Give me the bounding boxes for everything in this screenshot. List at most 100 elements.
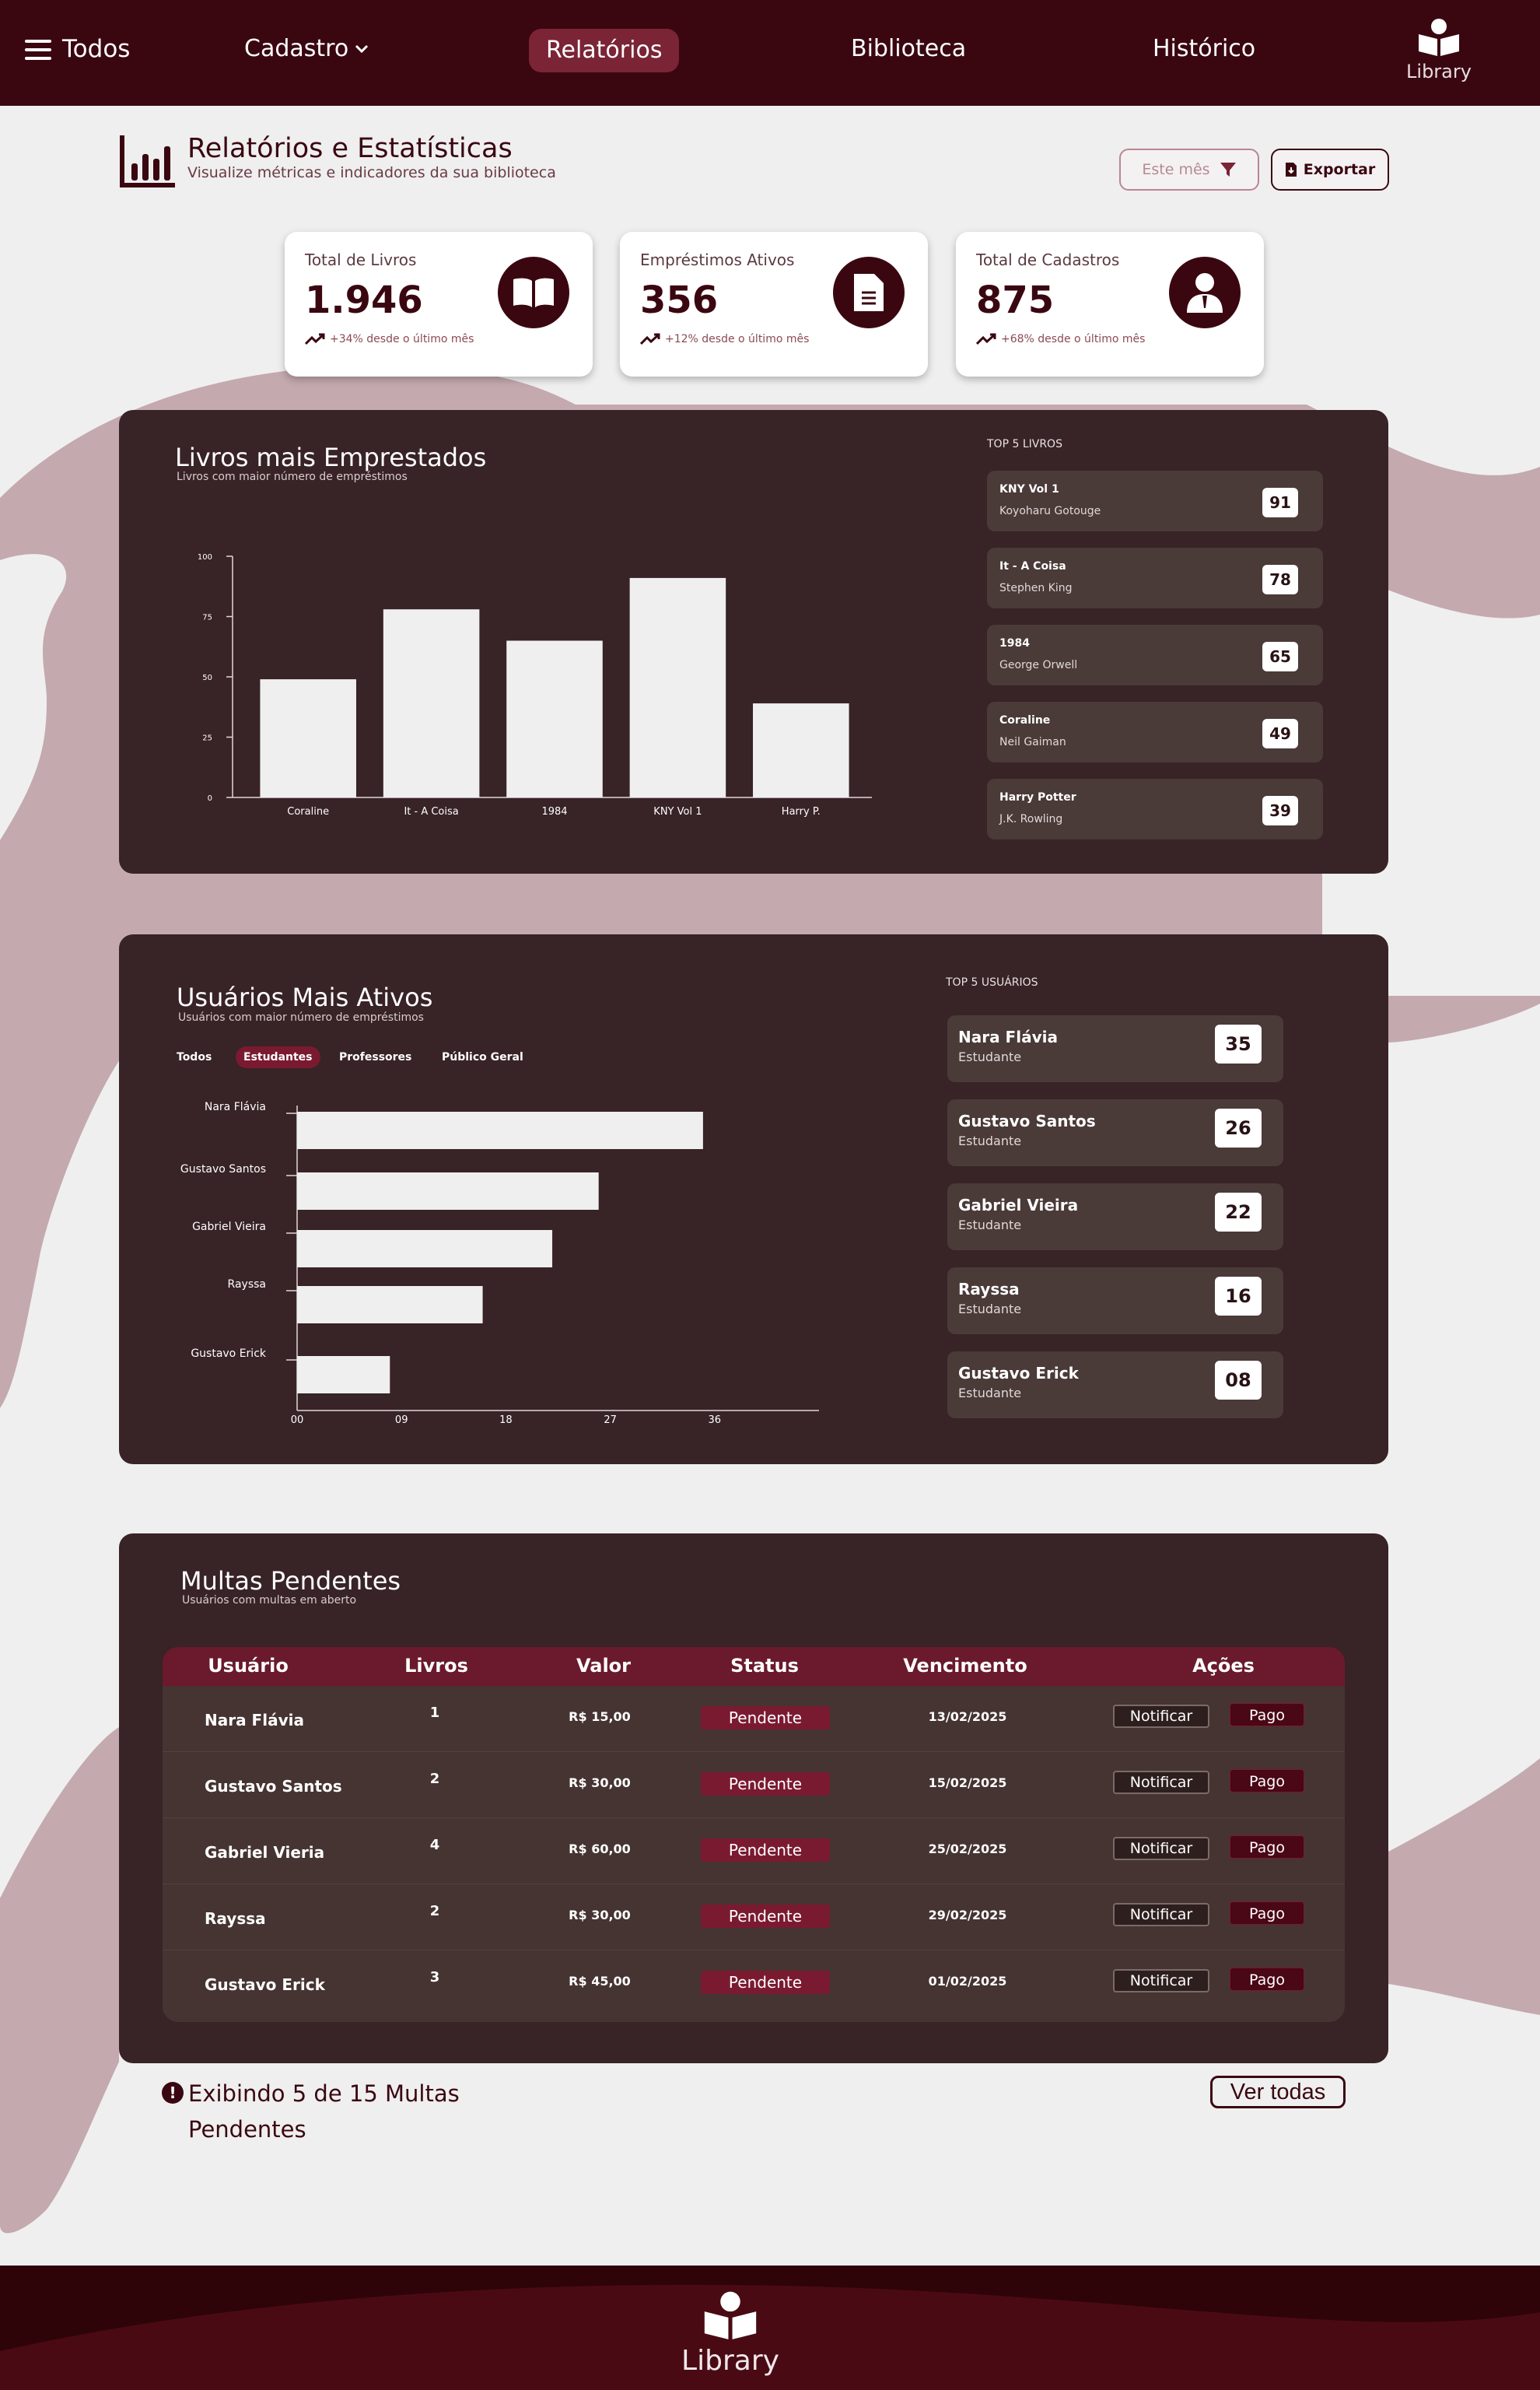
page-header: Relatórios e Estatísticas Visualize métr… — [119, 134, 556, 188]
fines-table-header: Usuário Livros Valor Status Vencimento A… — [163, 1647, 1345, 1686]
menu-all-label: Todos — [62, 35, 131, 63]
column-header-status: Status — [730, 1655, 799, 1677]
mark-paid-button[interactable]: Pago — [1230, 1835, 1304, 1859]
notify-button[interactable]: Notificar — [1113, 1837, 1209, 1860]
cell-due-date: 29/02/2025 — [928, 1908, 1007, 1922]
top-book-item[interactable]: 1984 George Orwell 65 — [987, 625, 1323, 685]
cell-user: Nara Flávia — [205, 1711, 304, 1729]
bar — [297, 1286, 483, 1323]
library-logo-icon — [704, 2291, 757, 2339]
fines-table-body: Nara Flávia 1 R$ 15,00 Pendente 13/02/20… — [163, 1686, 1345, 2022]
notify-button[interactable]: Notificar — [1113, 1969, 1209, 1992]
nav-relatorios[interactable]: Relatórios — [529, 29, 680, 72]
library-logo[interactable]: Library — [1406, 17, 1472, 81]
top-user-item[interactable]: Gustavo Santos Estudante 26 — [947, 1099, 1283, 1166]
notify-button[interactable]: Notificar — [1113, 1771, 1209, 1794]
nav-historico[interactable]: Histórico — [1153, 37, 1255, 61]
y-tick-label: Gustavo Erick — [191, 1347, 267, 1360]
stat-trend-text: +34% desde o último mês — [330, 333, 474, 345]
table-row: Nara Flávia 1 R$ 15,00 Pendente 13/02/20… — [163, 1686, 1345, 1752]
nav-biblioteca[interactable]: Biblioteca — [851, 37, 966, 61]
cell-value: R$ 30,00 — [569, 1908, 631, 1922]
x-tick-label: Coraline — [287, 806, 329, 818]
footer-library-text: Library — [681, 2345, 779, 2377]
bar-chart-icon — [120, 135, 175, 187]
status-badge: Pendente — [701, 1838, 830, 1862]
loan-count-badge: 16 — [1215, 1277, 1262, 1316]
alert-icon: ! — [162, 2082, 184, 2104]
notify-button[interactable]: Notificar — [1113, 1903, 1209, 1926]
top-user-item[interactable]: Rayssa Estudante 16 — [947, 1267, 1283, 1334]
x-tick-label: It - A Coisa — [404, 806, 458, 818]
books-bar-chart: 0 25 50 75 100 Coraline It - A Coisa 1984 KNY Vo… — [198, 553, 872, 818]
page-footer: Library — [0, 2266, 1540, 2390]
column-header-books: Livros — [404, 1655, 468, 1677]
stat-card-total-registrations: Total de Cadastros 875 +68% desde o últi… — [956, 232, 1264, 377]
panel-subtitle: Usuários com multas em aberto — [182, 1594, 357, 1607]
x-tick-label: 36 — [709, 1414, 722, 1426]
stat-trend: +12% desde o último mês — [640, 333, 908, 345]
mark-paid-button[interactable]: Pago — [1230, 1901, 1304, 1925]
y-tick-label: 75 — [202, 614, 212, 622]
pending-fines-panel: Multas Pendentes Usuários com multas em … — [119, 1533, 1388, 2063]
top-users-heading: TOP 5 USUÁRIOS — [946, 976, 1038, 989]
bar — [506, 640, 603, 797]
top-user-item[interactable]: Gabriel Vieira Estudante 22 — [947, 1183, 1283, 1250]
cell-due-date: 15/02/2025 — [928, 1775, 1007, 1790]
stat-trend-text: +12% desde o último mês — [665, 333, 810, 345]
bar — [297, 1230, 553, 1267]
table-row: Rayssa 2 R$ 30,00 Pendente 29/02/2025 No… — [163, 1884, 1345, 1950]
trend-up-icon — [305, 333, 325, 345]
cell-value: R$ 30,00 — [569, 1775, 631, 1790]
most-borrowed-books-panel: Livros mais Emprestados Livros com maior… — [119, 410, 1388, 874]
menu-all-button[interactable]: Todos — [25, 37, 130, 61]
top-book-item[interactable]: Harry Potter J.K. Rowling 39 — [987, 779, 1323, 839]
filter-icon — [1220, 163, 1236, 177]
column-header-value: Valor — [576, 1655, 632, 1677]
mark-paid-button[interactable]: Pago — [1230, 1968, 1304, 1991]
bar — [260, 679, 356, 797]
y-tick-label: Gabriel Vieira — [192, 1221, 266, 1233]
bar — [297, 1356, 390, 1393]
cell-user: Gustavo Erick — [205, 1975, 325, 1994]
showing-count-text: Exibindo 5 de 15 Multas Pendentes — [188, 2080, 460, 2143]
nav-cadastro[interactable]: Cadastro — [244, 37, 369, 61]
cell-books: 1 — [429, 1705, 440, 1721]
top-user-item[interactable]: Nara Flávia Estudante 35 — [947, 1015, 1283, 1082]
y-tick-label: 100 — [198, 553, 212, 562]
period-filter-button[interactable]: Este mês — [1119, 149, 1259, 191]
bar — [297, 1112, 703, 1149]
x-tick-label: 27 — [604, 1414, 617, 1426]
footer-library-logo[interactable]: Library — [680, 2289, 781, 2377]
export-button[interactable]: Exportar — [1271, 149, 1389, 191]
cell-due-date: 25/02/2025 — [928, 1842, 1007, 1856]
top-books-heading: TOP 5 LIVROS — [987, 438, 1062, 450]
cell-books: 2 — [429, 1903, 440, 1919]
stat-trend: +68% desde o último mês — [976, 333, 1244, 345]
nav-cadastro-label: Cadastro — [244, 35, 349, 62]
mark-paid-button[interactable]: Pago — [1230, 1769, 1304, 1792]
top-book-item[interactable]: Coraline Neil Gaiman 49 — [987, 702, 1323, 762]
mark-paid-button[interactable]: Pago — [1230, 1703, 1304, 1726]
notify-button[interactable]: Notificar — [1113, 1705, 1209, 1728]
page-title: Relatórios e Estatísticas — [187, 133, 513, 164]
panel-title: Multas Pendentes — [180, 1566, 401, 1596]
trend-up-icon — [976, 333, 996, 345]
most-active-users-panel: Usuários Mais Ativos Usuários com maior … — [119, 934, 1388, 1464]
library-logo-icon — [1419, 19, 1459, 56]
cell-due-date: 01/02/2025 — [928, 1974, 1007, 1989]
stat-card-active-loans: Empréstimos Ativos 356 +12% desde o últi… — [620, 232, 928, 377]
column-header-due: Vencimento — [903, 1655, 1027, 1677]
stat-trend: +34% desde o último mês — [305, 333, 572, 345]
showing-count-notice: ! Exibindo 5 de 15 Multas Pendentes — [162, 2076, 488, 2148]
top-book-item[interactable]: KNY Vol 1 Koyoharu Gotouge 91 — [987, 471, 1323, 531]
loan-count-badge: 26 — [1215, 1109, 1262, 1148]
top-book-item[interactable]: It - A Coisa Stephen King 78 — [987, 548, 1323, 608]
x-tick-label: KNY Vol 1 — [653, 806, 702, 818]
cell-value: R$ 15,00 — [569, 1709, 631, 1724]
see-all-button[interactable]: Ver todas — [1210, 2076, 1346, 2108]
status-badge: Pendente — [701, 1772, 830, 1796]
top-user-item[interactable]: Gustavo Erick Estudante 08 — [947, 1351, 1283, 1418]
loan-count-badge: 49 — [1262, 719, 1298, 748]
loan-count-badge: 35 — [1215, 1025, 1262, 1064]
